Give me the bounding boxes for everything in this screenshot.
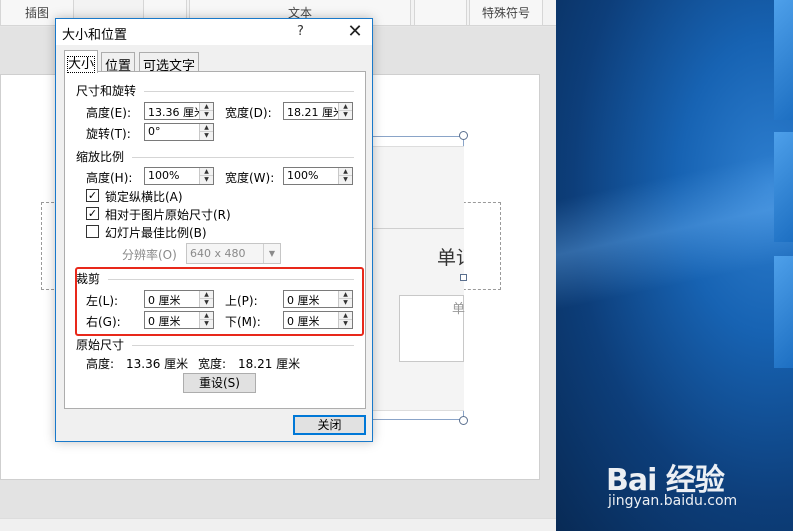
rotate-label: 旋转(T): xyxy=(86,127,131,141)
divider xyxy=(132,345,354,346)
section-scale: 缩放比例 xyxy=(76,150,125,164)
original-width-value: 18.21 厘米 xyxy=(238,357,301,371)
spinner-arrows[interactable]: ▲ ▼ xyxy=(338,103,352,119)
help-button[interactable]: ? xyxy=(297,24,304,39)
tab-size[interactable]: 大小 xyxy=(64,50,99,73)
relative-original-checkbox[interactable]: ✓ xyxy=(86,207,99,220)
scale-width-value: 100% xyxy=(287,169,319,182)
resize-handle-top-right[interactable] xyxy=(459,131,468,140)
windows-logo-pane xyxy=(774,0,793,120)
width-value: 18.21 厘米 xyxy=(287,106,344,119)
original-height-value: 13.36 厘米 xyxy=(126,357,189,371)
ribbon-group-2[interactable] xyxy=(414,0,467,26)
section-original-size: 原始尺寸 xyxy=(76,338,125,352)
resolution-dropdown[interactable]: 640 x 480 ▼ xyxy=(186,243,281,264)
rotate-value: 0° xyxy=(148,125,161,138)
divider xyxy=(144,91,354,92)
scale-height-label: 高度(H): xyxy=(86,171,133,185)
spinner-arrows[interactable]: ▲ ▼ xyxy=(199,168,213,184)
height-spinner[interactable]: 13.36 厘米 ▲ ▼ xyxy=(144,102,214,120)
dialog-title: 大小和位置 xyxy=(62,28,128,43)
up-arrow-icon[interactable]: ▲ xyxy=(200,103,213,111)
down-arrow-icon[interactable]: ▼ xyxy=(339,111,352,119)
dialog-titlebar[interactable]: 大小和位置 ? ✕ xyxy=(56,19,372,45)
original-width-label: 宽度: xyxy=(198,357,227,371)
tab-position[interactable]: 位置 xyxy=(101,52,136,74)
spinner-arrows[interactable]: ▲ ▼ xyxy=(199,103,213,119)
scale-width-spinner[interactable]: 100% ▲ ▼ xyxy=(283,167,353,185)
horizontal-scrollbar[interactable] xyxy=(0,518,556,531)
height-label: 高度(E): xyxy=(86,106,131,120)
size-position-dialog: 大小和位置 ? ✕ 大小 位置 可选文字 尺寸和旋转 高度(E): 13.36 … xyxy=(55,18,373,442)
relative-original-label: 相对于图片原始尺寸(R) xyxy=(105,208,231,222)
down-arrow-icon[interactable]: ▼ xyxy=(200,132,213,140)
lock-aspect-label: 锁定纵横比(A) xyxy=(105,190,183,204)
lock-aspect-checkbox[interactable]: ✓ xyxy=(86,189,99,202)
resolution-value: 640 x 480 xyxy=(190,247,246,260)
windows-logo-pane xyxy=(774,132,793,242)
close-button[interactable]: 关闭 xyxy=(293,415,366,435)
windows-logo-pane xyxy=(774,256,793,368)
rotate-spinner[interactable]: 0° ▲ ▼ xyxy=(144,123,214,141)
resize-handle-right[interactable] xyxy=(460,274,467,281)
close-icon[interactable]: ✕ xyxy=(338,19,372,45)
height-value: 13.36 厘米 xyxy=(148,106,205,119)
light-beam xyxy=(556,149,793,311)
divider xyxy=(132,157,354,158)
picture-content xyxy=(372,146,464,411)
reset-button[interactable]: 重设(S) xyxy=(183,373,256,393)
up-arrow-icon[interactable]: ▲ xyxy=(200,168,213,176)
crop-highlight-annotation xyxy=(75,267,364,336)
down-arrow-icon[interactable]: ▼ xyxy=(200,111,213,119)
up-arrow-icon[interactable]: ▲ xyxy=(339,168,352,176)
up-arrow-icon[interactable]: ▲ xyxy=(339,103,352,111)
best-scale-checkbox[interactable] xyxy=(86,225,99,238)
scale-height-value: 100% xyxy=(148,169,180,182)
down-arrow-icon[interactable]: ▼ xyxy=(200,176,213,184)
section-size-rotate: 尺寸和旋转 xyxy=(76,84,137,98)
picture-subtitle-box: 单 xyxy=(399,295,466,362)
tab-size-label: 大小 xyxy=(66,56,96,73)
width-spinner[interactable]: 18.21 厘米 ▲ ▼ xyxy=(283,102,353,120)
picture-subtitle-text: 单 xyxy=(452,302,466,317)
spinner-arrows[interactable]: ▲ ▼ xyxy=(199,124,213,140)
original-height-label: 高度: xyxy=(86,357,115,371)
tab-alt-text[interactable]: 可选文字 xyxy=(139,52,200,74)
scale-height-spinner[interactable]: 100% ▲ ▼ xyxy=(144,167,214,185)
chevron-down-icon[interactable]: ▼ xyxy=(263,244,280,263)
desktop-wallpaper xyxy=(556,0,793,531)
resolution-label: 分辨率(O) xyxy=(122,248,177,262)
down-arrow-icon[interactable]: ▼ xyxy=(339,176,352,184)
spinner-arrows[interactable]: ▲ ▼ xyxy=(338,168,352,184)
scale-width-label: 宽度(W): xyxy=(225,171,275,185)
up-arrow-icon[interactable]: ▲ xyxy=(200,124,213,132)
best-scale-label: 幻灯片最佳比例(B) xyxy=(105,226,207,240)
ribbon-special-symbols[interactable]: 特殊符号 xyxy=(469,0,543,26)
resize-handle-bottom-right[interactable] xyxy=(459,416,468,425)
picture-title-text: 单记 xyxy=(437,247,464,269)
width-label: 宽度(D): xyxy=(225,106,272,120)
picture-divider xyxy=(372,228,464,229)
baidu-watermark-url: jingyan.baidu.com xyxy=(608,493,738,509)
